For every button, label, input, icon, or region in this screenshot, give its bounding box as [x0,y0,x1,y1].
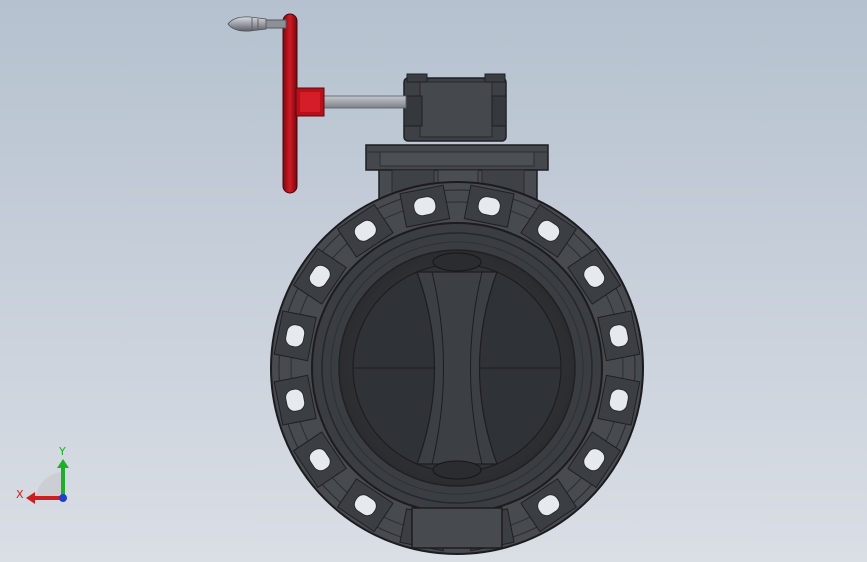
x-axis-label: X [16,488,24,501]
z-axis-dot [59,494,67,502]
gear-shaft [321,95,407,109]
top-mounting-plate [365,144,549,171]
model-canvas[interactable]: Y X [0,0,867,562]
graphics-viewport[interactable]: Y X [0,0,867,562]
gearbox[interactable] [403,73,507,142]
y-axis-label: Y [58,445,66,458]
bottom-lug [411,507,503,549]
